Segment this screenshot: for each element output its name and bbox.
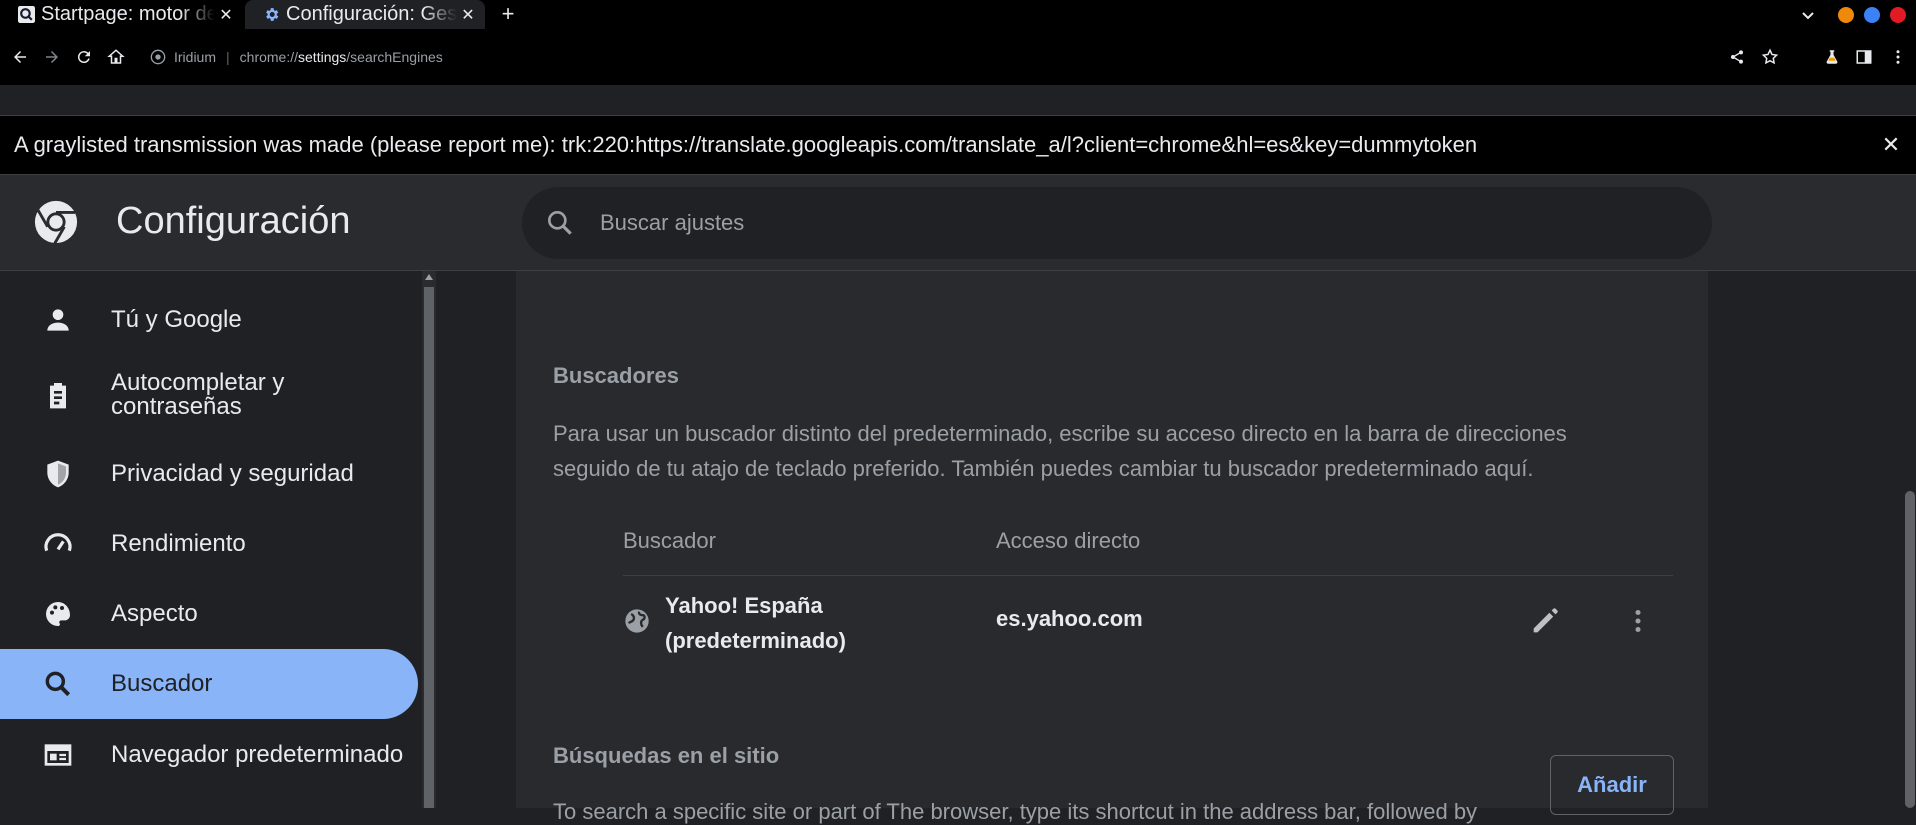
page-title: Configuración (116, 200, 351, 242)
speedometer-icon (44, 533, 72, 552)
tab-startpage[interactable]: Startpage: motor de búsqueda privado ✕ (0, 0, 243, 29)
arrow-right-icon (46, 51, 58, 63)
shield-icon (47, 460, 69, 488)
engine-name-line2: (predeterminado) (665, 628, 846, 653)
url-scheme: chrome:// (239, 49, 299, 65)
section-description: Para usar un buscador distinto del prede… (553, 421, 1567, 481)
address-bar[interactable]: Iridium | chrome://settings/searchEngine… (140, 36, 1791, 78)
home-button[interactable] (102, 43, 130, 71)
forward-button[interactable] (38, 43, 66, 71)
chrome-logo-icon (150, 49, 166, 65)
reload-button[interactable] (70, 43, 98, 71)
labs-button[interactable] (1818, 43, 1846, 71)
more-actions-icon[interactable] (1621, 604, 1655, 638)
tab-title: Configuración: Gestionar buscadores (286, 3, 457, 25)
settings-sidebar: Tú y Google Autocompletar y contraseñas … (0, 271, 436, 808)
new-tab-button[interactable]: + (496, 0, 520, 29)
browser-icon (44, 744, 72, 766)
settings-search-input[interactable]: Buscar ajustes (522, 187, 1712, 259)
sidebar-item-appearance[interactable]: Aspecto (0, 579, 418, 649)
chrome-logo-icon (34, 200, 78, 245)
search-icon (548, 211, 572, 235)
share-icon[interactable] (1729, 49, 1745, 65)
tab-search-chevron-down-icon[interactable] (1796, 3, 1820, 27)
sidebar-item-label: Autocompletar y contraseñas (111, 369, 285, 420)
main-scrollbar[interactable] (1902, 271, 1916, 808)
url-text[interactable]: chrome://settings/searchEngines (240, 49, 443, 65)
search-engines-card: Buscadores Para usar un buscador distint… (516, 271, 1708, 824)
engine-shortcut: es.yahoo.com (996, 606, 1143, 631)
main-scrollbar-thumb[interactable] (1905, 491, 1915, 808)
sidebar-item-autofill[interactable]: Autocompletar y contraseñas (0, 358, 418, 432)
sidebar-item-default-browser[interactable]: Navegador predeterminado (0, 720, 418, 790)
search-placeholder: Buscar ajustes (600, 210, 745, 235)
settings-header: Configuración Buscar ajustes (0, 175, 1916, 271)
flask-icon (1826, 50, 1838, 64)
sidebar-item-label: Rendimiento (111, 530, 246, 557)
infobar-message: A graylisted transmission was made (plea… (14, 132, 1478, 157)
site-chip-label: Iridium (174, 49, 217, 65)
site-info-chip[interactable]: Iridium | (150, 49, 240, 65)
column-header-engine: Buscador (623, 528, 716, 553)
site-search-description: To search a specific site or part of The… (553, 799, 1478, 824)
sidebar-scrollbar[interactable] (422, 271, 436, 808)
startpage-favicon-icon (18, 6, 35, 23)
person-icon (47, 309, 69, 331)
url-host: settings (298, 49, 347, 65)
side-panel-button[interactable] (1850, 43, 1878, 71)
sidebar-item-performance[interactable]: Rendimiento (0, 509, 418, 579)
globe-icon (625, 609, 649, 633)
tab-settings[interactable]: Configuración: Gestionar buscadores ✕ (245, 0, 485, 29)
sidebar-item-label: Navegador predeterminado (111, 741, 404, 768)
table-divider (623, 575, 1673, 576)
sidebar-item-label: Privacidad y seguridad (111, 460, 354, 487)
close-window-button[interactable] (1890, 7, 1906, 23)
reload-icon (77, 51, 90, 64)
add-site-search-button[interactable]: Añadir (1550, 755, 1674, 815)
engine-name: Yahoo! España (predeterminado) (665, 588, 846, 658)
tab-close-icon[interactable]: ✕ (457, 5, 479, 25)
side-panel-icon (1856, 50, 1872, 64)
omnibox-separator: | (226, 49, 230, 65)
sidebar-item-you-and-google[interactable]: Tú y Google (0, 285, 418, 355)
bookmark-star-icon[interactable] (1761, 48, 1779, 66)
search-icon (45, 671, 71, 697)
settings-main: Buscadores Para usar un buscador distint… (436, 271, 1916, 824)
tab-strip: Startpage: motor de búsqueda privado ✕ C… (0, 0, 1916, 29)
scroll-up-arrow-icon[interactable] (425, 274, 433, 280)
sidebar-item-label: Aspecto (111, 600, 198, 627)
sidebar-item-search-engine[interactable]: Buscador (0, 649, 418, 719)
sidebar-scrollbar-thumb[interactable] (424, 287, 434, 808)
toolbar: Iridium | chrome://settings/searchEngine… (0, 29, 1916, 85)
url-path: /searchEngines (346, 49, 443, 65)
column-header-shortcut: Acceso directo (996, 528, 1141, 553)
omnibox-actions (1729, 36, 1791, 78)
edit-pencil-icon[interactable] (1528, 604, 1562, 638)
sidebar-item-label: Tú y Google (111, 306, 242, 333)
site-search-title: Búsquedas en el sitio (553, 743, 780, 768)
settings-gear-favicon-icon (266, 8, 279, 21)
home-icon (107, 49, 125, 64)
maximize-button[interactable] (1864, 7, 1880, 23)
palette-icon (46, 602, 70, 626)
section-title: Buscadores (553, 363, 679, 388)
clipboard-icon (50, 383, 66, 409)
arrow-left-icon (14, 51, 26, 63)
back-button[interactable] (6, 43, 34, 71)
infobar-close-icon[interactable]: ✕ (1878, 132, 1904, 158)
tab-title: Startpage: motor de búsqueda privado (41, 3, 215, 25)
sidebar-item-label: Buscador (111, 670, 213, 697)
sidebar-item-privacy[interactable]: Privacidad y seguridad (0, 439, 418, 509)
vertical-dots-icon (1896, 50, 1900, 64)
minimize-button[interactable] (1838, 7, 1854, 23)
warning-infobar: A graylisted transmission was made (plea… (0, 115, 1916, 175)
tab-close-icon[interactable]: ✕ (215, 5, 237, 25)
engine-name-line1: Yahoo! España (665, 593, 823, 618)
menu-button[interactable] (1884, 43, 1912, 71)
